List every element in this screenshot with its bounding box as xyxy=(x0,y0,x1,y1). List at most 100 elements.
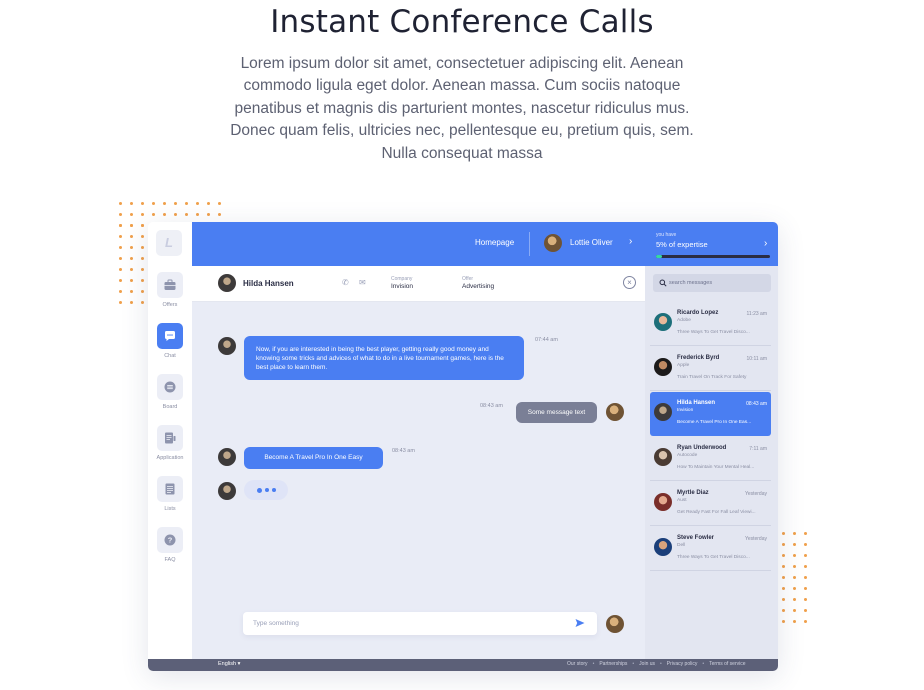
conversations-sidebar: you have 5% of expertise › Ricardo Lopez… xyxy=(645,222,778,659)
conversation-item[interactable]: Frederick Byrd 10:11 am Apple Train Trav… xyxy=(650,347,771,391)
dot xyxy=(141,213,144,216)
conversation-preview: Three Ways To Get Travel Disco... xyxy=(677,330,750,335)
dot xyxy=(119,246,122,249)
dot xyxy=(174,213,177,216)
dot xyxy=(119,235,122,238)
dot xyxy=(130,268,133,271)
contact-avatar xyxy=(218,274,236,292)
chevron-right-icon[interactable]: › xyxy=(629,236,632,247)
dot xyxy=(130,301,133,304)
dot xyxy=(804,609,807,612)
dot xyxy=(163,213,166,216)
conversation-item[interactable]: Myrtle Diaz Yesterday Aust Get Ready Fas… xyxy=(650,482,771,526)
dot xyxy=(782,554,785,557)
conversation-name: Steve Fowler xyxy=(677,535,715,541)
conversation-preview: Get Ready Fast For Fall Leaf Viewi... xyxy=(677,510,756,515)
user-avatar[interactable] xyxy=(544,234,562,252)
conversation-item[interactable]: Ryan Underwood 7:11 am Autocode How To M… xyxy=(650,437,771,481)
conversation-time: 11:23 am xyxy=(746,311,767,317)
conversation-item[interactable]: Ricardo Lopez 11:23 am Adobe Three Ways … xyxy=(650,302,771,346)
decorative-dots xyxy=(782,532,807,623)
avatar xyxy=(654,358,672,376)
footer-link[interactable]: Terms of service xyxy=(709,661,745,667)
close-icon[interactable]: × xyxy=(623,276,636,289)
conversation-preview: Three Ways To Get Travel Disco... xyxy=(677,555,750,560)
nav-item-chat[interactable]: Chat xyxy=(148,323,192,359)
dot xyxy=(782,620,785,623)
dot xyxy=(174,202,177,205)
contact-name: Hilda Hansen xyxy=(243,279,294,288)
conversation-time: 10:11 am xyxy=(746,356,767,362)
conversation-name: Ricardo Lopez xyxy=(677,310,719,316)
footer-link[interactable]: Join us xyxy=(639,661,655,667)
search-input[interactable] xyxy=(669,274,767,292)
dot xyxy=(804,565,807,568)
dot xyxy=(782,609,785,612)
expertise-banner[interactable]: you have 5% of expertise › xyxy=(645,222,778,266)
dot xyxy=(141,279,144,282)
dot xyxy=(793,543,796,546)
dot xyxy=(119,202,122,205)
conversation-time: 08:43 am xyxy=(746,401,767,407)
nav-label: Offers xyxy=(162,302,178,308)
top-bar: Homepage Lottie Oliver › xyxy=(192,222,645,266)
dot xyxy=(119,301,122,304)
expertise-progress xyxy=(656,255,770,258)
list-icon xyxy=(157,476,183,502)
conversation-preview: Become A Travel Pro In One Eas... xyxy=(677,420,752,425)
offer-label: Offer xyxy=(462,276,474,282)
message-time: 08:43 am xyxy=(480,403,503,409)
dot xyxy=(119,224,122,227)
dot xyxy=(152,202,155,205)
dot xyxy=(207,202,210,205)
hero-line: Donec quam felis, ultricies nec, pellent… xyxy=(230,122,694,140)
user-avatar xyxy=(606,615,624,633)
homepage-link[interactable]: Homepage xyxy=(475,238,514,247)
message-input[interactable] xyxy=(253,612,553,635)
expertise-value: 5% of expertise xyxy=(656,240,708,249)
avatar xyxy=(654,493,672,511)
message-composer xyxy=(243,612,597,635)
contact-avatar xyxy=(218,482,236,500)
hero-title: Instant Conference Calls xyxy=(270,4,654,40)
dot xyxy=(804,620,807,623)
chat-icon xyxy=(157,323,183,349)
message-time: 07:44 am xyxy=(535,337,558,343)
mail-icon[interactable]: ✉ xyxy=(359,278,366,287)
dot xyxy=(793,554,796,557)
dot xyxy=(130,246,133,249)
contact-avatar xyxy=(218,448,236,466)
send-icon[interactable] xyxy=(575,618,585,628)
nav-item-lists[interactable]: Lists xyxy=(148,476,192,512)
dot xyxy=(793,565,796,568)
dot xyxy=(782,565,785,568)
app-logo[interactable]: L xyxy=(156,230,182,256)
nav-item-faq[interactable]: ? FAQ xyxy=(148,527,192,563)
footer-link[interactable]: Our story xyxy=(567,661,588,667)
chevron-right-icon[interactable]: › xyxy=(764,238,767,249)
nav-item-application[interactable]: Application xyxy=(148,425,192,461)
dot xyxy=(130,202,133,205)
search-icon xyxy=(659,279,667,287)
nav-label: FAQ xyxy=(164,557,176,563)
user-name[interactable]: Lottie Oliver xyxy=(570,238,613,247)
conversation-item[interactable]: Steve Fowler Yesterday Dell Three Ways T… xyxy=(650,527,771,571)
typing-indicator xyxy=(244,480,288,500)
dot xyxy=(141,268,144,271)
conversation-item-active[interactable]: Hilda Hansen 08:43 am Invision Become A … xyxy=(650,392,771,436)
nav-item-offers[interactable]: Offers xyxy=(148,272,192,308)
separator: • xyxy=(632,661,635,667)
conversation-company: Invision xyxy=(677,408,694,413)
dot xyxy=(804,598,807,601)
nav-item-board[interactable]: Board xyxy=(148,374,192,410)
language-selector[interactable]: English ▾ xyxy=(218,661,240,667)
dot xyxy=(130,235,133,238)
app-window: L Offers Chat Board Application Lists ? … xyxy=(148,222,778,671)
dot xyxy=(793,587,796,590)
progress-fill xyxy=(656,255,662,258)
footer-link[interactable]: Privacy policy xyxy=(667,661,698,667)
footer-link[interactable]: Partnerships xyxy=(599,661,627,667)
message-time: 08:43 am xyxy=(392,448,415,454)
phone-icon[interactable]: ✆ xyxy=(342,278,349,287)
dot xyxy=(196,202,199,205)
